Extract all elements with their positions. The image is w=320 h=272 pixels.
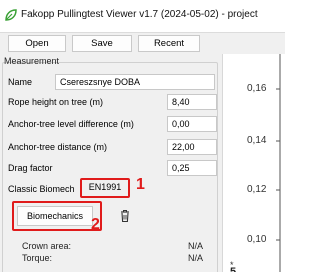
recent-button[interactable]: Recent [138,35,200,52]
chart-corner-label: 5 [230,266,237,272]
y-tick-label: 0,12 [247,184,267,195]
title-bar: Fakopp Pullingtest Viewer v1.7 (2024-05-… [0,0,285,32]
y-tick-label: 0,10 [247,234,267,245]
save-button[interactable]: Save [72,35,132,52]
drag-factor-label: Drag factor [8,163,53,173]
marker-2: 2 [91,216,100,233]
anchor-distance-label: Anchor-tree distance (m) [8,142,108,152]
marker-1: 1 [136,176,145,193]
standard-label: Classic Biomech [8,184,75,194]
crown-area-label: Crown area: [22,241,72,251]
leaf-icon [5,9,17,21]
torque-value: N/A [188,253,204,263]
measurement-panel: Measurement Name Csereszsnye DOBA Rope h… [0,54,222,272]
measurement-group-label: Measurement [4,56,60,66]
torque-label: Torque: [22,253,53,263]
rope-height-label: Rope height on tree (m) [8,97,104,107]
crown-area-value: N/A [188,241,204,251]
trash-icon [121,210,129,223]
drag-factor-field[interactable]: 0,25 [167,160,217,176]
name-field[interactable]: Csereszsnye DOBA [55,74,215,90]
y-tick-label: 0,16 [247,83,267,94]
name-label: Name [8,77,33,87]
chart-area: 0,16 0,14 0,12 0,10 * 5 [222,54,285,272]
window-title: Fakopp Pullingtest Viewer v1.7 (2024-05-… [21,9,258,20]
anchor-distance-field[interactable]: 22,00 [167,139,217,155]
highlight-box-1 [80,178,130,198]
toolbar: Open Save Recent [0,32,285,54]
delete-button[interactable] [115,206,135,226]
highlight-box-2 [12,201,102,231]
rope-height-field[interactable]: 8,40 [167,94,217,110]
open-button[interactable]: Open [8,35,66,52]
anchor-level-difference-field[interactable]: 0,00 [167,116,217,132]
anchor-level-difference-label: Anchor-tree level difference (m) [8,119,134,129]
y-tick-label: 0,14 [247,135,267,146]
